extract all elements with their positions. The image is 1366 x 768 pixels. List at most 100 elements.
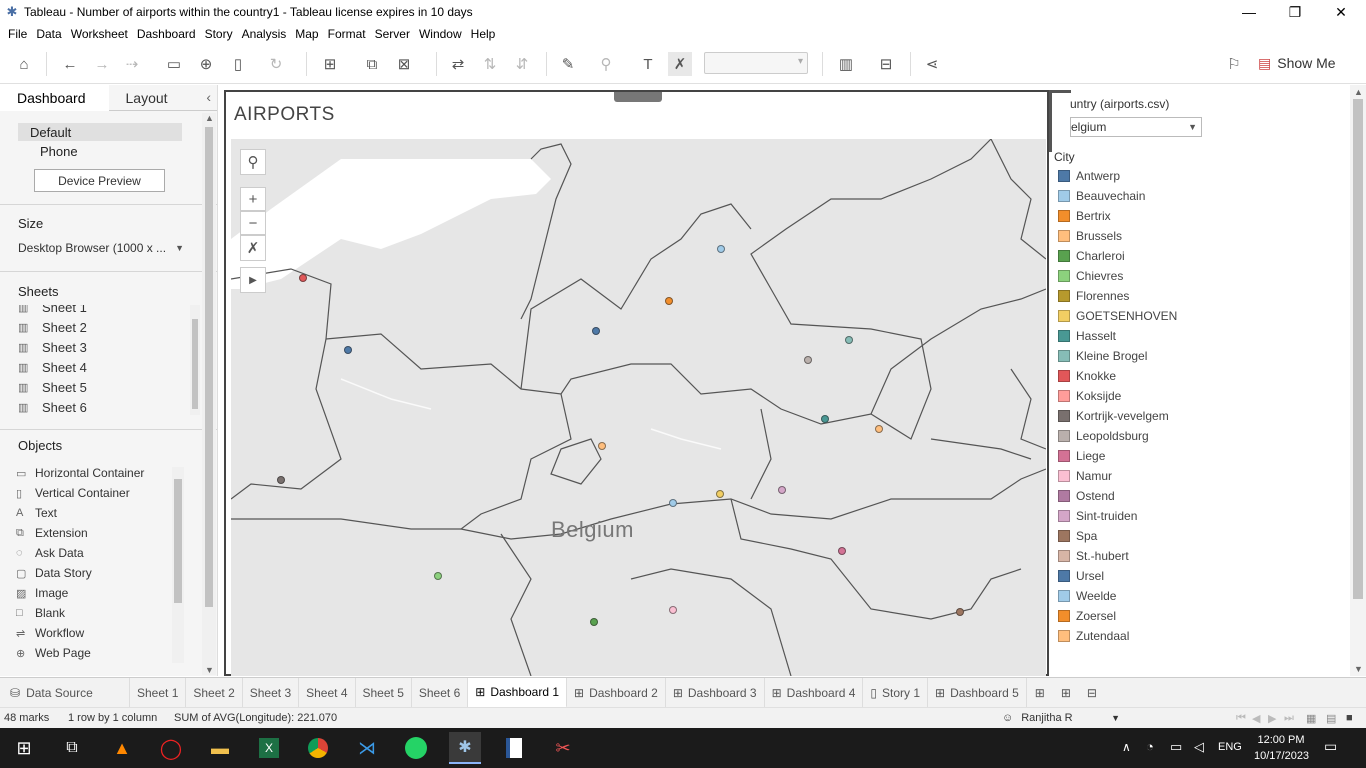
vlc-icon[interactable]: ▲ [106,732,138,764]
menu-data[interactable]: Data [32,27,66,41]
airports-map[interactable]: ⚲ + − ✗ ▶ Belgium [231,139,1046,676]
legend-item[interactable]: Zoersel [1058,607,1116,625]
legend-item[interactable]: Antwerp [1058,167,1120,185]
tab-dashboard-3[interactable]: ⊞ Dashboard 3 [666,677,765,708]
reset-map-button[interactable]: ✗ [240,235,266,261]
tabs-view-icon[interactable]: ■ [1346,712,1353,724]
redo-icon[interactable]: → [90,52,114,76]
legend-item[interactable]: Namur [1058,467,1112,485]
sheet-item-1[interactable]: ▥ Sheet 1 [18,305,87,317]
airport-mark[interactable] [665,297,673,305]
menu-help[interactable]: Help [467,27,501,41]
airport-mark[interactable] [669,499,677,507]
next-page-icon[interactable]: ▶ [1268,712,1276,725]
size-dropdown[interactable]: Desktop Browser (1000 x ... ▼ [18,239,184,257]
legend-item[interactable]: Charleroi [1058,247,1125,265]
menu-analysis[interactable]: Analysis [238,27,292,41]
menu-dashboard[interactable]: Dashboard [133,27,201,41]
tab-dashboard[interactable]: Dashboard [0,85,109,111]
zoom-out-button[interactable]: − [240,211,266,235]
vscode-icon[interactable]: ⋊ [351,732,383,764]
new-story-button[interactable]: ⊟ [1079,678,1105,708]
tab-dashboard-2[interactable]: ⊞ Dashboard 2 [567,677,666,708]
last-page-icon[interactable]: ⏭ [1284,712,1294,725]
scroll-down-icon[interactable]: ▼ [205,665,214,675]
tab-data-source[interactable]: ⛁ Data Source [0,677,130,708]
scroll-thumb[interactable] [1353,99,1363,599]
chrome-icon[interactable] [302,732,334,764]
swap-rows-columns-icon[interactable]: ⇄ [446,52,470,76]
object-blank[interactable]: □ Blank [16,603,65,623]
sort-descending-icon[interactable]: ⇵ [510,52,534,76]
airport-mark[interactable] [716,490,724,498]
menu-server[interactable]: Server [371,27,415,41]
share-icon[interactable]: ⋖ [920,52,944,76]
scroll-thumb[interactable] [174,479,182,603]
highlight-icon[interactable]: ✎ [556,52,580,76]
legend-item[interactable]: Koksijde [1058,387,1121,405]
legend-item[interactable]: Knokke [1058,367,1116,385]
airport-mark[interactable] [434,572,442,580]
tab-dashboard-1[interactable]: ⊞ Dashboard 1 [468,677,568,708]
document-icon[interactable] [498,732,530,764]
legend-item[interactable]: Chievres [1058,267,1123,285]
tab-sheet-2[interactable]: Sheet 2 [186,677,243,708]
legend-item[interactable]: Bertrix [1058,207,1111,225]
airport-mark[interactable] [717,245,725,253]
sheets-scrollbar[interactable] [190,305,200,415]
tab-dashboard-4[interactable]: ⊞ Dashboard 4 [765,677,864,708]
scroll-up-icon[interactable]: ▲ [1354,87,1363,97]
drag-handle[interactable] [614,92,662,102]
tab-dashboard-5[interactable]: ⊞ Dashboard 5 [928,677,1027,708]
airport-mark[interactable] [875,425,883,433]
country-filter-dropdown[interactable]: elgium ▼ [1070,117,1202,137]
legend-item[interactable]: Ursel [1058,567,1104,585]
object-data-story[interactable]: ▢ Data Story [16,563,92,583]
sheet-item-4[interactable]: ▥ Sheet 4 [18,357,87,377]
snipping-tool-icon[interactable]: ✂ [547,732,579,764]
airport-mark[interactable] [956,608,964,616]
clear-icon[interactable]: ⊠ [392,52,416,76]
scroll-down-icon[interactable]: ▼ [1354,664,1363,674]
undo-icon[interactable]: ← [58,52,82,76]
zoom-in-button[interactable]: + [240,187,266,211]
fix-axes-icon[interactable]: ✗ [668,52,692,76]
legend-item[interactable]: Sint-truiden [1058,507,1137,525]
menu-story[interactable]: Story [201,27,238,41]
home-icon[interactable]: ⌂ [12,52,36,76]
legend-item[interactable]: Liege [1058,447,1105,465]
first-page-icon[interactable]: ⏮ [1236,712,1246,725]
show-mark-labels-icon[interactable]: T [636,52,660,76]
new-data-source-icon[interactable]: ⊕ [194,52,218,76]
network-icon[interactable]: ◔ [1146,739,1154,754]
user-menu[interactable]: ☺ Ranjitha R ▼ [1002,712,1120,724]
maximize-button[interactable]: ❐ [1272,0,1318,24]
tab-story-1[interactable]: ▯ Story 1 [863,677,928,708]
sheet-item-5[interactable]: ▥ Sheet 5 [18,377,87,397]
tab-sheet-6[interactable]: Sheet 6 [412,677,469,708]
tab-layout[interactable]: Layout ‹ [108,85,217,111]
menu-window[interactable]: Window [415,27,467,41]
opera-icon[interactable]: ◯ [155,732,187,764]
clock[interactable]: 12:00 PM 10/17/2023 [1254,732,1309,764]
input-language[interactable]: ENG [1218,741,1242,753]
airport-mark[interactable] [778,486,786,494]
legend-item[interactable]: Spa [1058,527,1097,545]
new-dashboard-button[interactable]: ⊞ [1053,678,1079,708]
legend-item[interactable]: Weelde [1058,587,1116,605]
scroll-thumb[interactable] [192,319,198,409]
panel-scrollbar[interactable]: ▲ ▼ [202,113,216,675]
windows-start-icon[interactable]: ⊞ [8,732,40,764]
tab-sheet-4[interactable]: Sheet 4 [299,677,356,708]
save-icon[interactable]: ▭ [162,52,186,76]
worksheet-link-icon[interactable]: ⚐ [1222,52,1246,76]
whatsapp-icon[interactable] [400,732,432,764]
group-members-icon[interactable]: ⚲ [594,52,618,76]
sort-ascending-icon[interactable]: ⇅ [478,52,502,76]
dashboard-scrollbar[interactable]: ▲ ▼ [1350,85,1366,676]
object-horizontal-container[interactable]: ▭ Horizontal Container [16,463,144,483]
show-me-button[interactable]: ▤ Show Me [1258,52,1336,74]
legend-item[interactable]: Brussels [1058,227,1122,245]
airport-mark[interactable] [592,327,600,335]
legend-item[interactable]: Ostend [1058,487,1115,505]
